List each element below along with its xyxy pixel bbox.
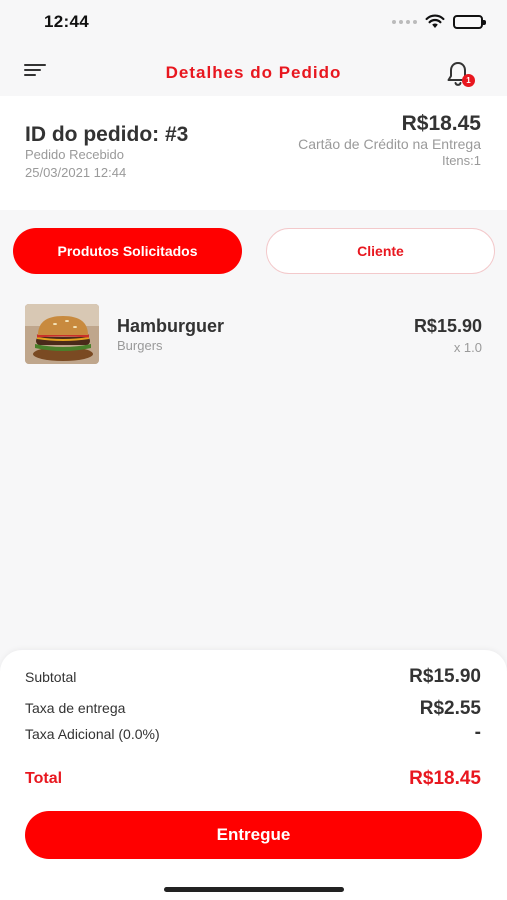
delivery-fee-value: R$2.55 — [419, 698, 481, 719]
status-bar: 12:44 — [0, 0, 507, 44]
page-title: Detalhes do Pedido — [165, 63, 342, 82]
home-indicator — [164, 887, 344, 892]
items-count: Itens:1 — [441, 153, 481, 168]
order-totals-panel: Subtotal R$15.90 Taxa de entrega R$2.55 … — [0, 650, 507, 900]
order-status: Pedido Recebido — [25, 147, 125, 162]
notification-badge: 1 — [462, 74, 475, 87]
total-value: R$18.45 — [409, 768, 481, 789]
delivery-fee-label: Taxa de entrega — [25, 700, 126, 716]
order-summary-card: ID do pedido: #3 Pedido Recebido 25/03/2… — [0, 96, 507, 210]
product-name: Hamburguer — [117, 316, 225, 336]
total-label: Total — [25, 770, 63, 787]
battery-icon — [453, 14, 486, 29]
app-header: Detalhes do Pedido 1 — [0, 44, 507, 96]
order-total: R$18.45 — [401, 112, 481, 135]
signal-icon — [392, 19, 417, 24]
order-date: 25/03/2021 12:44 — [25, 165, 127, 180]
status-time: 12:44 — [44, 12, 89, 31]
product-list-item[interactable]: Hamburguer Burgers R$15.90 x 1.0 — [25, 304, 482, 366]
wifi-icon — [425, 14, 445, 28]
product-image — [25, 304, 99, 364]
order-id: ID do pedido: #3 — [25, 123, 189, 146]
delivered-button[interactable]: Entregue — [25, 811, 482, 859]
subtotal-label: Subtotal — [25, 669, 77, 685]
tab-customer[interactable]: Cliente — [266, 228, 495, 274]
product-price: R$15.90 — [413, 316, 482, 336]
product-category: Burgers — [117, 338, 163, 353]
product-quantity: x 1.0 — [453, 340, 482, 355]
notifications-button[interactable]: 1 — [445, 60, 475, 88]
additional-fee-label: Taxa Adicional (0.0%) — [25, 726, 160, 742]
payment-method: Cartão de Crédito na Entrega — [298, 136, 481, 152]
tab-requested-products[interactable]: Produtos Solicitados — [13, 228, 242, 274]
status-icons — [392, 14, 486, 29]
additional-fee-value: - — [474, 722, 481, 743]
order-details-screen: 12:44 Detalhes do Pedido 1 ID do pedido:… — [0, 0, 507, 900]
subtotal-value: R$15.90 — [409, 666, 481, 687]
hamburger-image-icon — [25, 304, 99, 364]
